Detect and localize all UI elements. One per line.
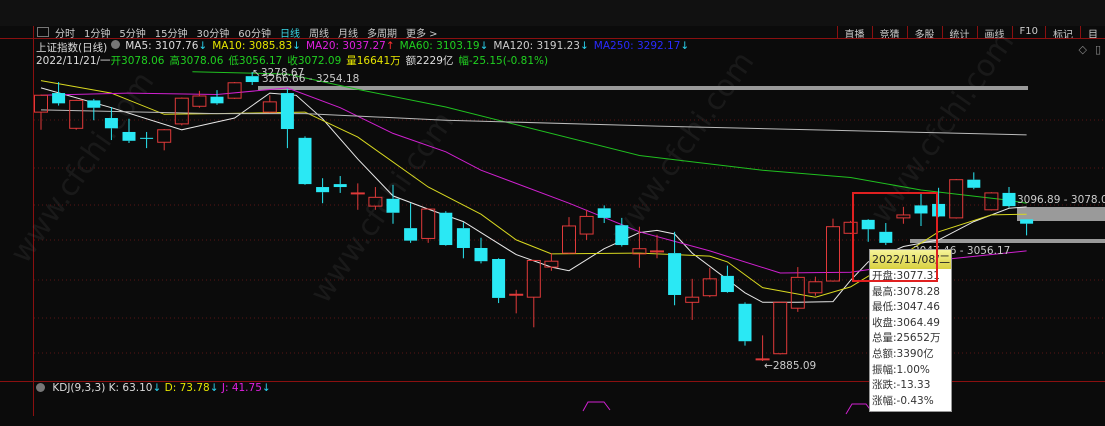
- range-right-label: 3096.89 - 3078.06: [1017, 194, 1105, 206]
- kdj-title: KDJ(9,3,3): [52, 382, 106, 394]
- candle-body-down: [104, 118, 118, 129]
- candle-body-up: [949, 179, 964, 219]
- candle-body-up: [69, 99, 84, 129]
- candle-body-down: [456, 228, 470, 248]
- tooltip-volume: 总量:25652万: [872, 332, 941, 345]
- candle-body-down: [668, 253, 682, 295]
- stock-chart-app: 分时 1分钟 5分钟 15分钟 30分钟 60分钟 日线 周线 月线 多周期 更…: [0, 0, 1105, 426]
- arrow-down-icon: ↓: [261, 382, 271, 394]
- candle-body-down: [280, 93, 294, 130]
- candle-body-up: [562, 225, 576, 254]
- candle-body-up: [350, 192, 365, 195]
- range-top-label: 3266.66 - 3254.18: [262, 73, 360, 85]
- candle-body-up: [685, 296, 700, 303]
- candle-body-up: [579, 215, 594, 235]
- candle-body-up: [421, 208, 436, 239]
- candle-body-up: [227, 82, 242, 99]
- candle-body-up: [544, 260, 559, 268]
- candle-body-down: [720, 275, 734, 293]
- arrow-down-icon: ↓: [152, 382, 162, 394]
- kdj-d: D: 73.78: [164, 382, 210, 394]
- candle-body-down: [597, 208, 611, 218]
- candle-body-up: [526, 259, 541, 298]
- candle-body-up: [702, 278, 717, 297]
- candle-body-down: [615, 225, 629, 246]
- candle-body-up: [650, 250, 664, 253]
- candle-body-up: [984, 192, 999, 211]
- kdj-j: J: 41.75: [221, 382, 262, 394]
- candle-body-down: [52, 93, 66, 104]
- candle-body-down: [386, 198, 400, 213]
- candle-body-up: [262, 101, 277, 113]
- tooltip-close: 收盘:3064.49: [872, 316, 940, 329]
- tooltip-amount: 总额:3390亿: [872, 347, 934, 360]
- candle-body-down: [967, 179, 981, 188]
- kdj-j-line: [582, 401, 611, 412]
- candle-body-up: [773, 301, 788, 355]
- candle-body-down: [87, 100, 101, 108]
- candle-body-down: [404, 228, 418, 241]
- candle-body-down: [1020, 219, 1034, 224]
- arrow-down-icon: ↓: [209, 382, 219, 394]
- tooltip-change: 涨跌:-13.33: [872, 379, 931, 392]
- candle-body-down: [1002, 192, 1016, 207]
- candle-body-down: [122, 131, 136, 141]
- candle-body-down: [492, 259, 506, 298]
- ma-line-ma60: [192, 71, 1027, 204]
- candle-body-down: [439, 212, 453, 246]
- tooltip-low: 最低:3047.46: [872, 301, 940, 314]
- candle-body-up: [808, 281, 823, 294]
- price-range-bar: [258, 86, 1028, 90]
- candle-body-down: [210, 96, 224, 104]
- kdj-k: K: 63.10: [108, 382, 153, 394]
- collapse-chevron-icon[interactable]: [36, 383, 45, 392]
- tooltip-change-pct: 涨幅:-0.43%: [872, 394, 934, 407]
- low-marker-label: ←2885.09: [764, 360, 817, 372]
- tooltip-high: 最高:3078.28: [872, 285, 940, 298]
- candle-body-down: [316, 187, 330, 193]
- candle-body-down: [474, 247, 488, 262]
- highlight-box: [852, 192, 938, 282]
- candle-body-down: [738, 303, 752, 342]
- candle-body-up: [157, 129, 172, 143]
- low-marker-value: 2885.09: [772, 360, 817, 372]
- kdj-legend: KDJ(9,3,3) K: 63.10↓ D: 73.78↓ J: 41.75↓: [36, 382, 271, 394]
- price-range-bar: [1017, 207, 1105, 221]
- candle-body-up: [509, 293, 524, 296]
- candle-body-down: [298, 137, 312, 185]
- candle-body-down: [333, 184, 347, 188]
- candle-body-down: [140, 137, 154, 139]
- candle-body-up: [192, 95, 207, 107]
- tooltip-amplitude: 振幅:1.00%: [872, 363, 930, 376]
